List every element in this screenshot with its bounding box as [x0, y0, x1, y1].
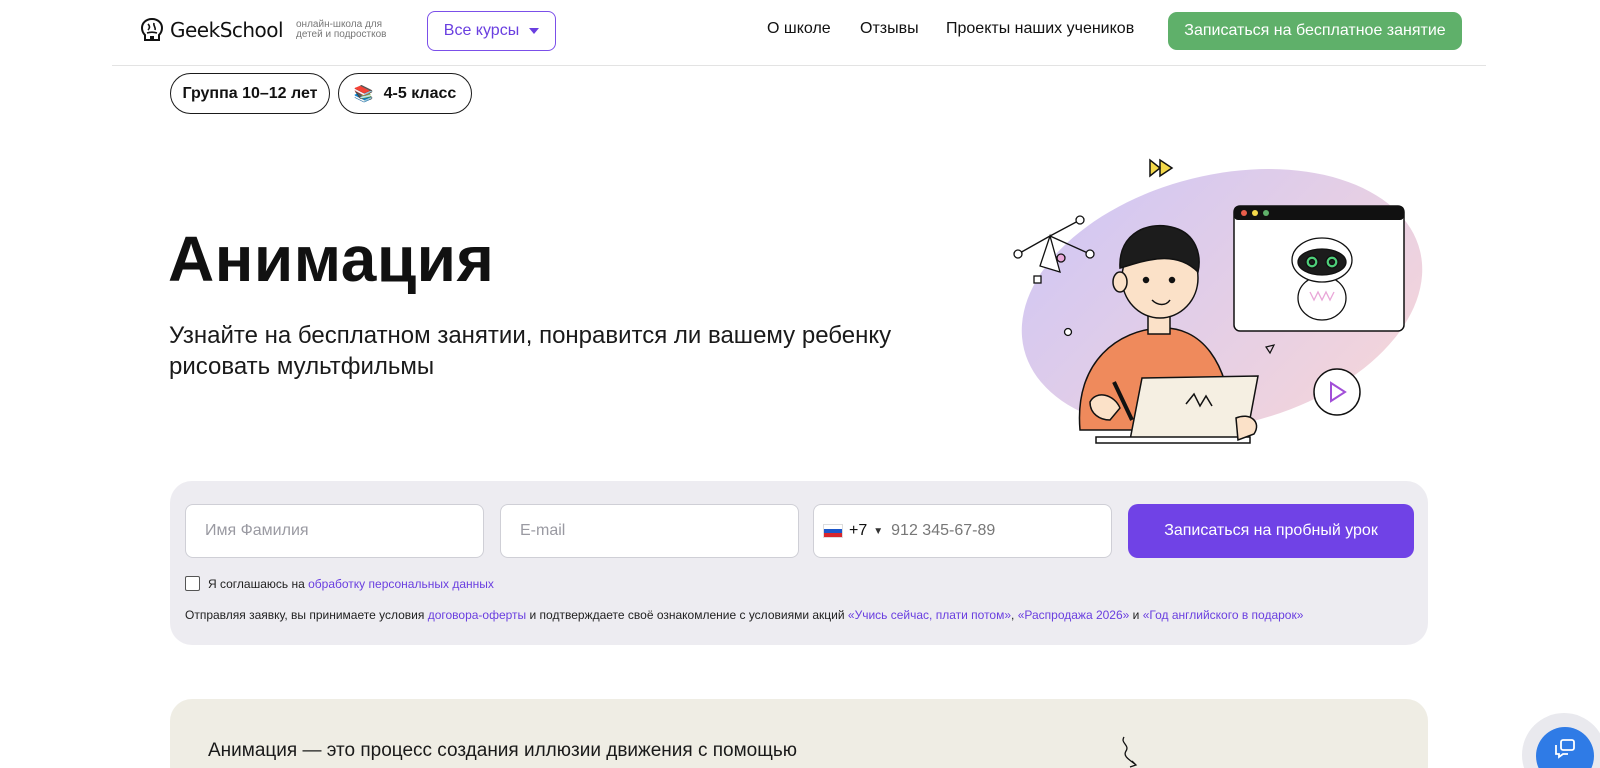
age-group-label: Группа 10–12 лет [182, 84, 318, 102]
terms-prefix: Отправляя заявку, вы принимаете условия [185, 608, 428, 622]
promo-link-english[interactable]: «Год английского в подарок» [1143, 608, 1304, 622]
trial-lesson-submit-button[interactable]: Записаться на пробный урок [1128, 504, 1414, 558]
brain-logo-icon [140, 17, 164, 41]
phone-placeholder: 912 345-67-89 [891, 522, 996, 539]
signup-form: Имя Фамилия E-mail +7 ▼ 912 345-67-89 За… [170, 481, 1428, 645]
chevron-down-icon: ▼ [873, 525, 884, 537]
free-lesson-button[interactable]: Записаться на бесплатное занятие [1168, 12, 1462, 50]
grade-label: 4-5 класс [383, 84, 457, 102]
page-subtitle: Узнайте на бесплатном занятии, понравитс… [169, 322, 892, 380]
consent-row: Я соглашаюсь на обработку персональных д… [185, 576, 494, 591]
squiggle-decoration-icon [1122, 736, 1138, 768]
all-courses-dropdown[interactable]: Все курсы [427, 11, 556, 51]
grade-chip: 📚 4-5 класс [338, 73, 472, 114]
personal-data-link[interactable]: обработку персональных данных [308, 577, 494, 591]
promo-link-study-now[interactable]: «Учись сейчас, плати потом» [848, 608, 1011, 622]
phone-input[interactable]: +7 ▼ 912 345-67-89 [813, 504, 1112, 558]
chevron-down-icon [529, 28, 540, 34]
terms-and: и [1129, 608, 1143, 622]
terms-comma: , [1011, 608, 1018, 622]
age-group-chip: Группа 10–12 лет [170, 73, 330, 114]
logo[interactable]: GeekSchool [138, 16, 284, 44]
offer-contract-link[interactable]: договора-оферты [428, 608, 526, 622]
site-header: GeekSchool онлайн-школа для детей и подр… [112, 0, 1486, 66]
consent-text: Я соглашаюсь на [208, 576, 309, 591]
about-text: Анимация — это процесс создания иллюзии … [208, 740, 798, 761]
nav-student-projects[interactable]: Проекты наших учеников [946, 20, 1134, 38]
terms-text: Отправляя заявку, вы принимаете условия … [185, 608, 1303, 622]
about-section: Анимация — это процесс создания иллюзии … [170, 699, 1428, 768]
animation-illustration [1013, 158, 1423, 444]
promo-link-sale[interactable]: «Распродажа 2026» [1018, 608, 1130, 622]
nav-reviews[interactable]: Отзывы [860, 20, 919, 38]
name-input[interactable]: Имя Фамилия [185, 504, 484, 558]
logo-subtitle: онлайн-школа для детей и подростков [296, 19, 387, 40]
logo-text: GeekSchool [170, 18, 284, 42]
nav-about-school[interactable]: О школе [767, 20, 831, 38]
phone-code[interactable]: +7 [849, 522, 867, 540]
consent-checkbox[interactable] [185, 576, 200, 591]
russia-flag-icon[interactable] [823, 524, 843, 538]
page-title: Анимация [168, 223, 495, 295]
terms-middle: и подтверждаете своё ознакомление с усло… [526, 608, 848, 622]
books-icon: 📚 [353, 85, 374, 103]
chat-bubbles-icon [1555, 739, 1575, 759]
email-input[interactable]: E-mail [500, 504, 799, 558]
all-courses-label: Все курсы [443, 22, 520, 39]
